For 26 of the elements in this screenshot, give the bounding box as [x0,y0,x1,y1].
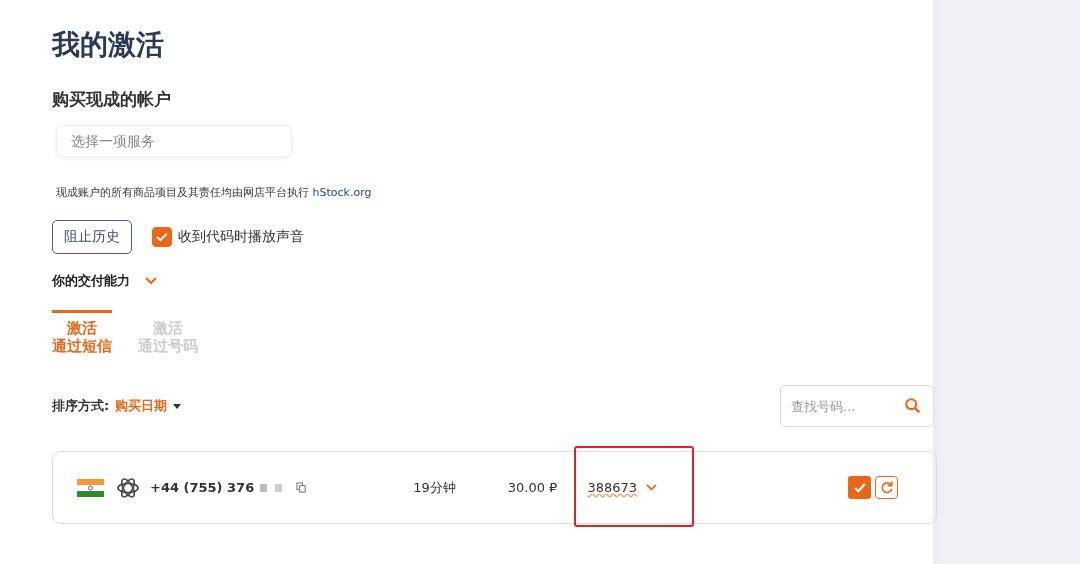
notice-text: 现成账户的所有商品项目及其责任均由网店平台执行 [56,186,309,199]
chevron-down-icon[interactable] [144,276,158,286]
sound-checkbox[interactable] [152,227,172,247]
sort-dropdown[interactable]: 购买日期 [115,397,182,415]
notice-link[interactable]: hStock.org [312,186,372,199]
price: 30.00 ₽ [507,480,558,495]
knot-logo-icon [116,475,140,500]
page-title: 我的激活 [52,28,165,62]
delivery-label: 你的交付能力 [52,272,130,290]
sms-code: 388673 [587,480,637,495]
tab[interactable]: 激活 通过短信 [52,310,112,355]
copy-icon[interactable] [296,482,308,493]
flag-icon [77,478,104,497]
block-history-button[interactable]: 阻止历史 [52,220,132,254]
service-select[interactable]: 选择一项服务 [56,125,292,157]
chevron-down-icon[interactable] [645,483,658,492]
checkbox-label: 收到代码时播放声音 [178,228,304,246]
sort-label: 排序方式: [52,397,110,415]
section-heading: 购买现成的帐户 [52,88,172,111]
phone-number: +44 (755) 376 [150,480,255,495]
caret-down-icon[interactable] [173,403,182,409]
refresh-button[interactable] [875,476,898,499]
search-icon[interactable] [904,397,922,415]
search-field[interactable]: 查找号码... [780,385,934,427]
elapsed-time: 19分钟 [413,478,456,497]
confirm-button[interactable] [848,476,871,499]
